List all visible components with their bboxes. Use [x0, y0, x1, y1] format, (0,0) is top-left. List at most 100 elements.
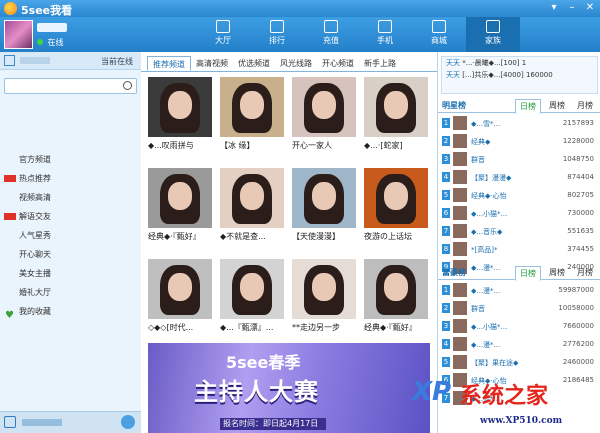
room-title[interactable]: **走边另一步: [292, 322, 356, 333]
room-thumbnail[interactable]: [220, 77, 284, 137]
rank-name[interactable]: ◆...音乐◆: [471, 227, 502, 237]
announcement-row[interactable]: 天天 [...]共乐◆...[4000] 160000: [442, 69, 597, 81]
tab-week[interactable]: 周榜: [545, 266, 569, 281]
nav-item-shop[interactable]: 商城: [412, 17, 466, 52]
sidebar-item-popular[interactable]: 人气星秀: [0, 226, 141, 245]
room-card[interactable]: 开心一家人: [292, 77, 356, 165]
rank-row[interactable]: 5 【聚】果在途◆ 2460000: [441, 354, 598, 371]
room-card[interactable]: 夜游の上话坛: [364, 168, 428, 256]
contest-banner[interactable]: 5see春季 主持人大赛 报名时间：即日起4月17日: [148, 343, 430, 433]
rank-row[interactable]: 7 ◆...音乐◆ 551635: [441, 223, 598, 240]
rank-row[interactable]: 1 ◆...漫*... 59987000: [441, 282, 598, 299]
sidebar-item-chat[interactable]: 开心聊天: [0, 245, 141, 264]
user-status[interactable]: 在线: [37, 37, 64, 48]
rank-row[interactable]: 8 *[高品]* 374455: [441, 241, 598, 258]
tab-day[interactable]: 日榜: [515, 266, 541, 281]
sidebar-tab-channels[interactable]: [20, 57, 50, 64]
sidebar-item-wedding[interactable]: 婚礼大厅: [0, 283, 141, 302]
room-title[interactable]: ◆...『甄漂』...: [220, 322, 284, 333]
minimize-icon[interactable]: –: [564, 1, 580, 15]
sidebar-item-favorites[interactable]: ♥ 我的收藏: [0, 302, 141, 321]
nav-item-ranking[interactable]: 排行: [250, 17, 304, 52]
refresh-icon[interactable]: [121, 415, 135, 429]
room-thumbnail[interactable]: [364, 77, 428, 137]
rank-row[interactable]: 2 群音 10058000: [441, 300, 598, 317]
room-card[interactable]: ◆...『甄漂』...: [220, 259, 284, 347]
room-title[interactable]: ◆不就是查...: [220, 231, 284, 242]
tab-week[interactable]: 周榜: [545, 99, 569, 114]
rank-row[interactable]: 4 ◆...漫*... 2776200: [441, 336, 598, 353]
room-card[interactable]: 经典◆·『甄好』: [148, 168, 212, 256]
rank-name[interactable]: 经典◆: [471, 137, 490, 147]
nav-item-family[interactable]: 家族: [466, 17, 520, 52]
room-title[interactable]: 【天使漫漫】: [292, 231, 356, 242]
room-title[interactable]: 开心一家人: [292, 140, 356, 151]
close-icon[interactable]: ✕: [582, 1, 598, 15]
tab-recommended[interactable]: 推荐频道: [147, 56, 191, 71]
tab-preferred[interactable]: 优选频道: [233, 56, 275, 71]
room-thumbnail[interactable]: [148, 259, 212, 319]
room-card[interactable]: 【天使漫漫】: [292, 168, 356, 256]
list-icon[interactable]: [4, 55, 15, 66]
room-title[interactable]: ◆...·[蛇家]: [364, 140, 428, 151]
tab-day[interactable]: 日榜: [515, 99, 541, 114]
room-card[interactable]: **走边另一步: [292, 259, 356, 347]
nav-item-hall[interactable]: 大厅: [196, 17, 250, 52]
rank-row[interactable]: 2 经典◆ 1228000: [441, 133, 598, 150]
sidebar-item-hosts[interactable]: 美女主播: [0, 264, 141, 283]
room-card[interactable]: ◇◆◇[时代...: [148, 259, 212, 347]
room-thumbnail[interactable]: [148, 77, 212, 137]
rank-name[interactable]: ◆...漫*...: [471, 340, 500, 350]
announcement-row[interactable]: 天天 *...·晨曦◆...[100] 1: [442, 57, 597, 69]
room-card[interactable]: 经典◆·『甄好』: [364, 259, 428, 347]
room-thumbnail[interactable]: [292, 77, 356, 137]
user-name[interactable]: [37, 23, 67, 32]
search-room-label[interactable]: [22, 419, 62, 426]
room-title[interactable]: 经典◆·『甄好』: [364, 322, 428, 333]
room-title[interactable]: 经典◆·『甄好』: [148, 231, 212, 242]
rank-row[interactable]: 3 群音 1048750: [441, 151, 598, 168]
tab-hd-video[interactable]: 高清视频: [191, 56, 233, 71]
room-title[interactable]: ◇◆◇[时代...: [148, 322, 212, 333]
rank-row[interactable]: 4 【聚】漫漫◆ 874404: [441, 169, 598, 186]
room-thumbnail[interactable]: [364, 168, 428, 228]
tab-newbie[interactable]: 新手上路: [359, 56, 401, 71]
room-card[interactable]: ◆...叹雨拼与: [148, 77, 212, 165]
rank-name[interactable]: *[高品]*: [471, 245, 497, 255]
rank-name[interactable]: 经典◆·心怡: [471, 191, 507, 201]
room-thumbnail[interactable]: [292, 168, 356, 228]
rank-row[interactable]: 3 ◆...小猫*... 7660000: [441, 318, 598, 335]
rank-row[interactable]: 1 ◆...雪*... 2157893: [441, 115, 598, 132]
room-card[interactable]: ◆...·[蛇家]: [364, 77, 428, 165]
room-thumbnail[interactable]: [292, 259, 356, 319]
tab-month[interactable]: 月榜: [573, 99, 597, 114]
room-thumbnail[interactable]: [220, 168, 284, 228]
room-thumbnail[interactable]: [220, 259, 284, 319]
rank-row[interactable]: 6 ◆...小猫*... 730000: [441, 205, 598, 222]
rank-name[interactable]: 群音: [471, 304, 485, 314]
search-icon[interactable]: [123, 81, 132, 90]
rank-name[interactable]: 【聚】果在途◆: [471, 358, 518, 368]
rank-name[interactable]: 群音: [471, 155, 485, 165]
tab-happy[interactable]: 开心频道: [317, 56, 359, 71]
avatar[interactable]: [4, 20, 33, 49]
room-title[interactable]: ◆...叹雨拼与: [148, 140, 212, 151]
room-card[interactable]: 【冰 缘】: [220, 77, 284, 165]
nav-item-mobile[interactable]: 手机: [358, 17, 412, 52]
sidebar-item-official[interactable]: 官方频道: [0, 150, 141, 169]
tab-month[interactable]: 月榜: [573, 266, 597, 281]
rank-name[interactable]: ◆...小猫*...: [471, 209, 507, 219]
rank-name[interactable]: ◆...漫*...: [471, 286, 500, 296]
sidebar-item-hot[interactable]: 热点推荐: [0, 169, 141, 188]
room-thumbnail[interactable]: [148, 168, 212, 228]
skin-icon[interactable]: ▾: [546, 1, 562, 15]
sidebar-item-dating[interactable]: 解语交友: [0, 207, 141, 226]
rank-row[interactable]: 5 经典◆·心怡 802705: [441, 187, 598, 204]
rank-name[interactable]: ◆...雪*...: [471, 119, 500, 129]
room-card[interactable]: ◆不就是查...: [220, 168, 284, 256]
tab-scenery[interactable]: 风光线路: [275, 56, 317, 71]
search-room-icon[interactable]: [4, 416, 16, 428]
sidebar-item-hd[interactable]: 视频高清: [0, 188, 141, 207]
room-title[interactable]: 【冰 缘】: [220, 140, 284, 151]
rank-name[interactable]: 【聚】漫漫◆: [471, 173, 511, 183]
